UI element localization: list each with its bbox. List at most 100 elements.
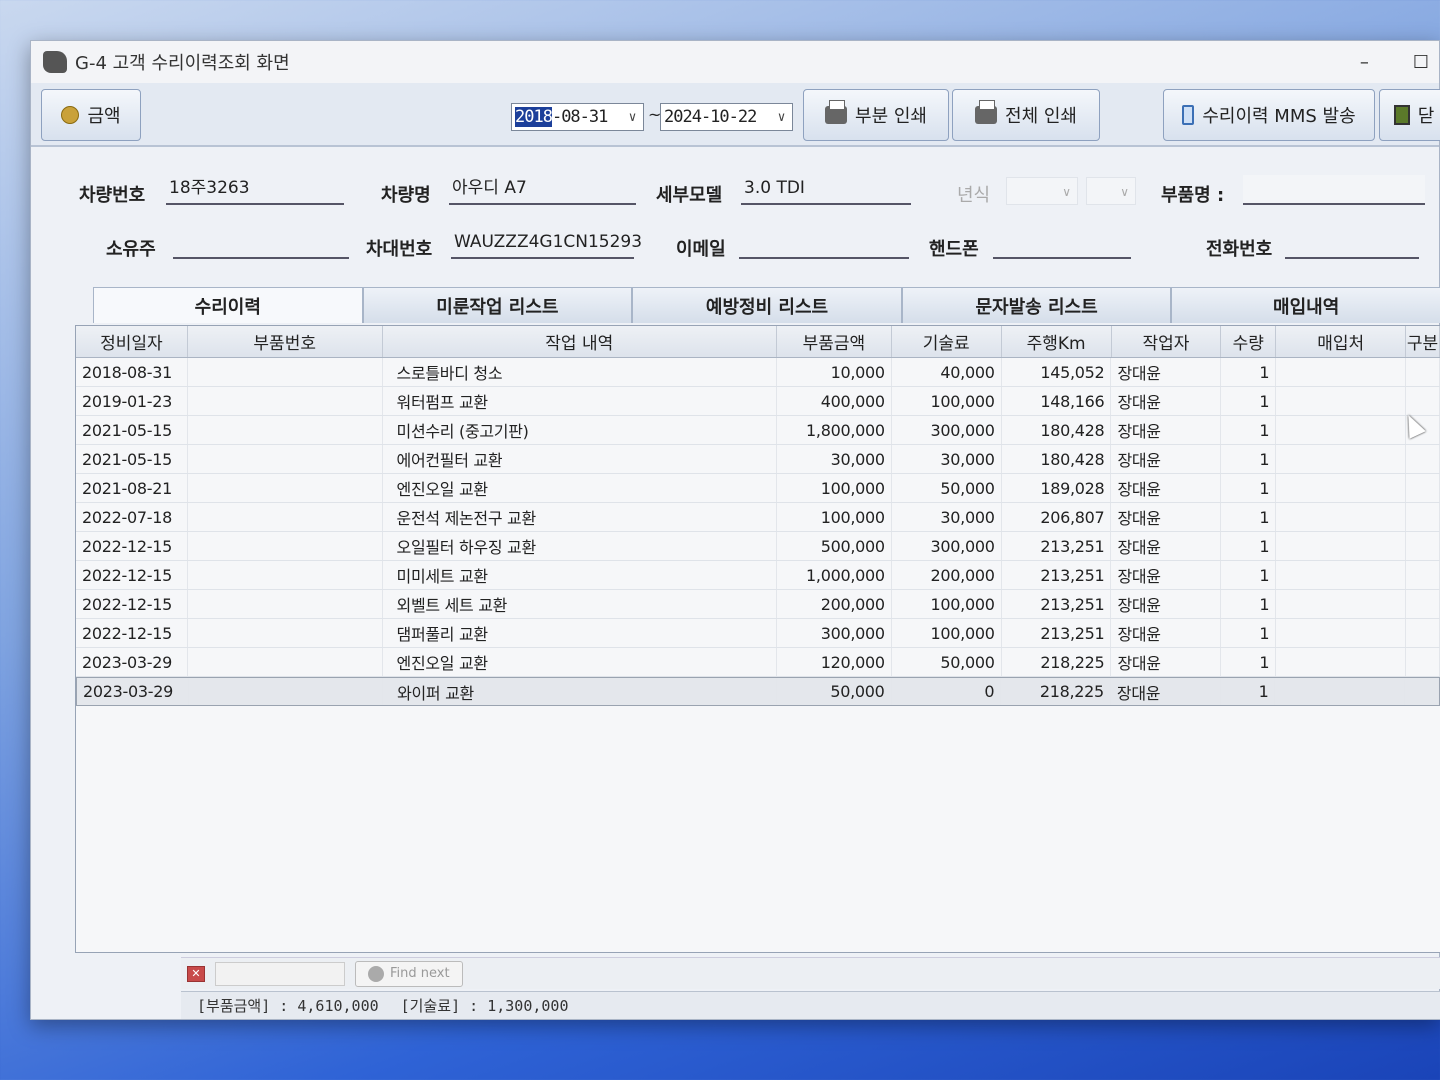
exit-door-icon <box>1393 105 1410 125</box>
cell-technician: 장대윤 <box>1111 532 1222 560</box>
date-to-picker[interactable]: 2024-10-22 ∨ <box>660 103 793 131</box>
cell-category <box>1406 445 1440 473</box>
tab-purchase-history[interactable]: 매입내역 <box>1171 287 1440 323</box>
column-header-labor-cost[interactable]: 기술료 <box>892 326 1002 357</box>
cell-work-description: 엔진오일 교환 <box>383 648 777 676</box>
tab-repair-history[interactable]: 수리이력 <box>93 287 363 323</box>
cell-vendor <box>1275 678 1406 705</box>
cell-labor-cost: 40,000 <box>892 358 1002 386</box>
cell-parts-cost: 1,800,000 <box>777 416 892 444</box>
cell-service-date: 2022-12-15 <box>76 532 188 560</box>
partial-print-label: 부분 인쇄 <box>855 106 927 127</box>
table-row[interactable]: 2021-05-15 미션수리 (중고기판) 1,800,000 300,000 180… <box>76 416 1440 445</box>
cell-mileage: 213,251 <box>1002 532 1112 560</box>
partial-print-button[interactable]: 부분 인쇄 <box>803 89 949 141</box>
cell-parts-cost: 120,000 <box>777 648 892 676</box>
repair-history-grid[interactable]: 정비일자 부품번호 작업 내역 부품금액 기술료 주행Km 작업자 수량 매입처 구분 2018-… <box>75 325 1440 953</box>
cell-parts-cost: 100,000 <box>777 474 892 502</box>
model-field[interactable]: 3.0 TDI <box>741 175 911 205</box>
cell-labor-cost: 300,000 <box>892 416 1002 444</box>
table-row[interactable]: 2018-08-31 스로틀바디 청소 10,000 40,000 145,052 장대윤… <box>76 358 1440 387</box>
tab-preventive-maintenance[interactable]: 예방정비 리스트 <box>632 287 902 323</box>
mms-send-button[interactable]: 수리이력 MMS 발송 <box>1163 89 1375 141</box>
chevron-down-icon[interactable]: ∨ <box>621 110 643 125</box>
cell-parts-cost: 10,000 <box>777 358 892 386</box>
cell-technician: 장대윤 <box>1111 648 1222 676</box>
table-row[interactable]: 2022-12-15 외벨트 세트 교환 200,000 100,000 213,251… <box>76 590 1440 619</box>
repair-history-window: G-4 고객 수리이력조회 화면 – ☐ 금액 2018 -08-31 ∨ ~ 2… <box>30 40 1440 1020</box>
chevron-down-icon: ∨ <box>1062 185 1071 199</box>
date-from-picker[interactable]: 2018 -08-31 ∨ <box>511 103 644 131</box>
cell-part-number <box>188 445 383 473</box>
cell-work-description: 워터펌프 교환 <box>383 387 777 415</box>
plate-field[interactable]: 18주3263 <box>166 175 344 205</box>
vin-label: 차대번호 <box>366 239 433 260</box>
cell-mileage: 218,225 <box>1002 648 1112 676</box>
amount-button[interactable]: 금액 <box>41 89 141 141</box>
cell-vendor <box>1276 416 1407 444</box>
cell-part-number <box>188 416 383 444</box>
table-row[interactable]: 2021-05-15 에어컨필터 교환 30,000 30,000 180,428 장대윤… <box>76 445 1440 474</box>
cell-quantity: 1 <box>1221 532 1277 560</box>
table-row[interactable]: 2022-12-15 미미세트 교환 1,000,000 200,000 213,251… <box>76 561 1440 590</box>
table-row[interactable]: 2022-12-15 댐퍼풀리 교환 300,000 100,000 213,251 장대… <box>76 619 1440 648</box>
find-input[interactable] <box>215 961 345 986</box>
cell-category <box>1406 358 1440 386</box>
cell-labor-cost: 100,000 <box>892 590 1002 618</box>
cell-quantity: 1 <box>1221 474 1277 502</box>
table-row[interactable]: 2023-03-29 와이퍼 교환 50,000 0 218,225 장대윤 1 <box>76 677 1440 706</box>
column-header-part-number[interactable]: 부품번호 <box>188 326 383 357</box>
cell-quantity: 1 <box>1221 358 1277 386</box>
column-header-mileage[interactable]: 주행Km <box>1002 326 1112 357</box>
column-header-vendor[interactable]: 매입처 <box>1276 326 1407 357</box>
find-next-button[interactable]: Find next <box>355 960 463 987</box>
table-row[interactable]: 2022-12-15 오일필터 하우징 교환 500,000 300,000 213,2… <box>76 532 1440 561</box>
column-header-technician[interactable]: 작업자 <box>1112 326 1222 357</box>
cell-mileage: 213,251 <box>1002 590 1112 618</box>
coin-icon <box>61 106 80 124</box>
phone-label: 전화번호 <box>1206 239 1273 260</box>
column-header-service-date[interactable]: 정비일자 <box>76 326 188 357</box>
minimize-button[interactable]: – <box>1360 52 1369 73</box>
maximize-button[interactable]: ☐ <box>1413 52 1429 73</box>
cell-category <box>1406 387 1440 415</box>
table-row[interactable]: 2019-01-23 워터펌프 교환 400,000 100,000 148,166 장대… <box>76 387 1440 416</box>
cell-category <box>1405 678 1440 705</box>
cell-quantity: 1 <box>1221 678 1276 705</box>
year-to-select[interactable]: ∨ <box>1086 177 1136 205</box>
close-find-icon[interactable]: ✕ <box>187 965 205 982</box>
cell-labor-cost: 300,000 <box>892 532 1002 560</box>
table-row[interactable]: 2022-07-18 운전석 제논전구 교환 100,000 30,000 206,80… <box>76 503 1440 532</box>
cell-category <box>1406 474 1440 502</box>
mobile-field[interactable] <box>993 229 1131 259</box>
full-print-button[interactable]: 전체 인쇄 <box>952 89 1100 141</box>
email-field[interactable] <box>739 229 909 259</box>
column-header-parts-cost[interactable]: 부품금액 <box>777 326 892 357</box>
tab-sms-history[interactable]: 문자발송 리스트 <box>901 287 1172 323</box>
phone-icon <box>1182 105 1195 125</box>
vin-field[interactable]: WAUZZZ4G1CN15293 <box>451 229 642 259</box>
tab-deferred-work[interactable]: 미룬작업 리스트 <box>362 287 633 323</box>
cell-vendor <box>1276 648 1407 676</box>
table-row[interactable]: 2023-03-29 엔진오일 교환 120,000 50,000 218,225 장대윤… <box>76 648 1440 677</box>
column-header-category[interactable]: 구분 <box>1406 326 1440 357</box>
column-header-quantity[interactable]: 수량 <box>1221 326 1277 357</box>
cell-work-description: 외벨트 세트 교환 <box>383 590 777 618</box>
cell-work-description: 운전석 제논전구 교환 <box>383 503 777 531</box>
cell-technician: 장대윤 <box>1111 590 1222 618</box>
cell-quantity: 1 <box>1221 590 1277 618</box>
close-button[interactable]: 닫 <box>1379 89 1440 141</box>
table-row[interactable]: 2021-08-21 엔진오일 교환 100,000 50,000 189,028 장대윤… <box>76 474 1440 503</box>
phone-field[interactable] <box>1285 229 1419 259</box>
email-label: 이메일 <box>676 239 726 260</box>
car-name-field[interactable]: 아우디 A7 <box>449 175 636 205</box>
cell-quantity: 1 <box>1221 387 1277 415</box>
owner-field[interactable] <box>173 229 349 259</box>
cell-quantity: 1 <box>1221 561 1277 589</box>
cell-technician: 장대윤 <box>1111 678 1221 705</box>
column-header-work-description[interactable]: 작업 내역 <box>383 326 777 357</box>
chevron-down-icon[interactable]: ∨ <box>770 110 792 125</box>
part-name-field[interactable] <box>1243 175 1425 205</box>
title-bar: G-4 고객 수리이력조회 화면 – ☐ <box>31 41 1439 83</box>
year-from-select[interactable]: ∨ <box>1006 177 1078 205</box>
